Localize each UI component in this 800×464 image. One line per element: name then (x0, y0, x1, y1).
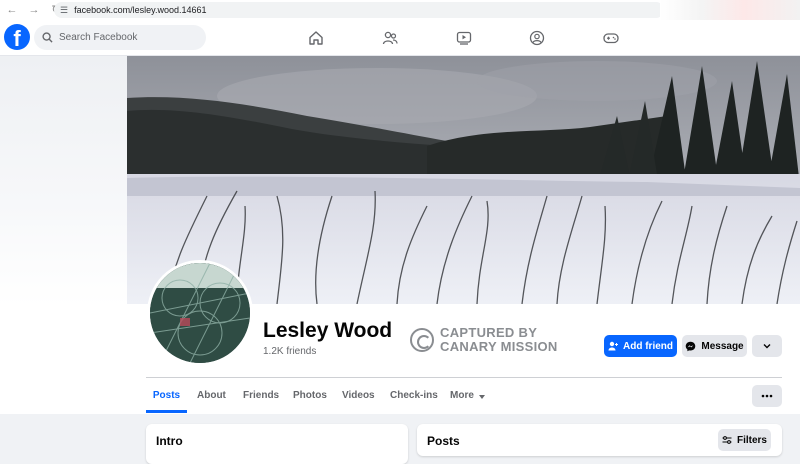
watermark: CAPTURED BY CANARY MISSION (410, 326, 558, 354)
profile-dropdown-button[interactable] (752, 335, 782, 357)
add-person-icon (608, 341, 618, 351)
tab-videos-label: Videos (342, 390, 375, 401)
facebook-logo-icon[interactable]: f (4, 24, 30, 50)
groups-icon (529, 30, 545, 46)
nav-gaming[interactable] (591, 20, 631, 56)
nav-friends[interactable] (370, 20, 410, 56)
intro-card: Intro (146, 424, 408, 464)
profile-name: Lesley Wood (263, 319, 393, 342)
caret-down-icon (478, 395, 485, 399)
message-label: Message (701, 340, 744, 352)
tab-check-ins-label: Check-ins (390, 390, 438, 401)
back-arrow-icon[interactable]: ← (6, 0, 18, 20)
tab-friends-label: Friends (243, 390, 280, 401)
messenger-icon (686, 341, 696, 351)
site-settings-icon[interactable]: ☰ (60, 5, 68, 16)
message-button[interactable]: Message (682, 335, 747, 357)
tab-check-ins[interactable]: Check-ins (390, 385, 438, 413)
profile-avatar[interactable] (147, 260, 253, 366)
watermark-line-2: CANARY MISSION (440, 339, 558, 354)
filters-button[interactable]: Filters (718, 429, 771, 451)
search-box[interactable] (34, 25, 206, 50)
tab-about[interactable]: About (197, 385, 226, 413)
watermark-line-1: CAPTURED BY (440, 325, 538, 340)
nav-watch[interactable] (444, 20, 484, 56)
chevron-down-icon (763, 344, 771, 349)
canary-mission-logo-icon (410, 328, 434, 352)
posts-title: Posts (427, 434, 460, 448)
filters-label: Filters (736, 434, 767, 446)
url-text: facebook.com/lesley.wood.14661 (74, 5, 207, 15)
friends-count[interactable]: 1.2K friends (263, 346, 316, 357)
tab-photos-label: Photos (293, 390, 327, 401)
ellipsis-icon (761, 394, 773, 398)
more-options-button[interactable] (752, 385, 782, 407)
tab-posts-label: Posts (152, 390, 181, 401)
filter-sliders-icon (722, 436, 732, 444)
forward-arrow-icon[interactable]: → (28, 0, 40, 20)
tab-more-label: More (450, 390, 474, 401)
avatar-image (150, 263, 250, 363)
tab-videos[interactable]: Videos (342, 385, 375, 413)
tab-about-label: About (197, 390, 226, 401)
nav-groups[interactable] (517, 20, 557, 56)
watch-icon (456, 31, 472, 45)
add-friend-label: Add friend (623, 340, 673, 352)
add-friend-button[interactable]: Add friend (604, 335, 677, 357)
address-bar[interactable]: ☰ facebook.com/lesley.wood.14661 (54, 2, 664, 18)
friends-icon (382, 31, 398, 45)
tab-more[interactable]: More (450, 385, 486, 413)
search-input[interactable] (59, 32, 199, 43)
cover-side-gradient (0, 56, 127, 306)
tab-posts[interactable]: Posts (146, 385, 187, 413)
browser-extensions-area (660, 0, 800, 20)
watermark-text: CAPTURED BY CANARY MISSION (440, 326, 558, 354)
logo-letter: f (13, 26, 21, 50)
tab-photos[interactable]: Photos (293, 385, 327, 413)
home-icon (309, 31, 323, 45)
search-icon (42, 32, 53, 43)
tab-divider (146, 377, 782, 378)
tab-friends[interactable]: Friends (243, 385, 279, 413)
gaming-icon (603, 33, 619, 44)
winter-lake-image (127, 56, 800, 304)
intro-title: Intro (156, 434, 183, 448)
cover-photo[interactable] (127, 56, 800, 304)
nav-home[interactable] (296, 20, 336, 56)
facebook-header: f (0, 20, 800, 56)
